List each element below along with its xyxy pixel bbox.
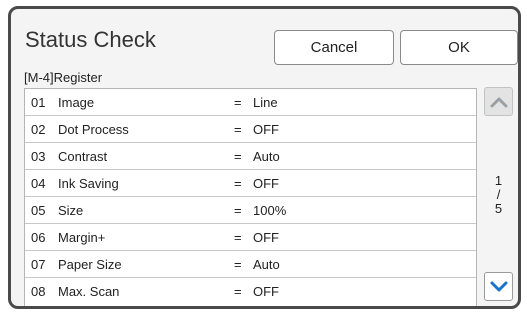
item-value: OFF bbox=[253, 284, 279, 299]
item-value: OFF bbox=[253, 122, 279, 137]
item-equals: = bbox=[234, 257, 242, 272]
status-check-dialog: Status Check Cancel OK [M-4]Register 01 … bbox=[8, 6, 521, 309]
list-item: 01 Image = Line bbox=[25, 89, 476, 116]
item-equals: = bbox=[234, 203, 242, 218]
list-item: 06 Margin+ = OFF bbox=[25, 224, 476, 251]
item-number: 08 bbox=[31, 284, 46, 299]
item-number: 03 bbox=[31, 149, 46, 164]
item-name: Paper Size bbox=[58, 257, 122, 272]
page-current: 1 bbox=[494, 173, 503, 188]
item-number: 01 bbox=[31, 95, 46, 110]
item-number: 02 bbox=[31, 122, 46, 137]
item-value: OFF bbox=[253, 230, 279, 245]
item-value: Line bbox=[253, 95, 278, 110]
list-item: 07 Paper Size = Auto bbox=[25, 251, 476, 278]
item-equals: = bbox=[234, 95, 242, 110]
item-name: Dot Process bbox=[58, 122, 129, 137]
item-value: Auto bbox=[253, 257, 280, 272]
chevron-down-icon bbox=[490, 281, 507, 291]
item-equals: = bbox=[234, 176, 242, 191]
list-item: 03 Contrast = Auto bbox=[25, 143, 476, 170]
item-name: Contrast bbox=[58, 149, 108, 164]
settings-list: 01 Image = Line 02 Dot Process = OFF 03 … bbox=[24, 88, 477, 306]
item-number: 07 bbox=[31, 257, 46, 272]
item-equals: = bbox=[234, 122, 242, 137]
list-item: 08 Max. Scan = OFF bbox=[25, 278, 476, 305]
item-name: Ink Saving bbox=[58, 176, 119, 191]
section-title: [M-4]Register bbox=[24, 70, 103, 85]
scroll-up-button[interactable] bbox=[484, 87, 513, 116]
cancel-button[interactable]: Cancel bbox=[274, 30, 394, 65]
item-number: 05 bbox=[31, 203, 46, 218]
item-number: 06 bbox=[31, 230, 46, 245]
page-title: Status Check bbox=[25, 27, 156, 52]
item-name: Size bbox=[58, 203, 84, 218]
item-name: Max. Scan bbox=[58, 284, 120, 299]
page-separator: / bbox=[496, 187, 501, 202]
scroll-down-button[interactable] bbox=[484, 272, 513, 301]
item-number: 04 bbox=[31, 176, 46, 191]
item-equals: = bbox=[234, 284, 242, 299]
item-value: Auto bbox=[253, 149, 280, 164]
list-item: 05 Size = 100% bbox=[25, 197, 476, 224]
item-value: 100% bbox=[253, 203, 287, 218]
ok-button[interactable]: OK bbox=[400, 30, 518, 65]
item-name: Margin+ bbox=[58, 230, 106, 245]
item-equals: = bbox=[234, 230, 242, 245]
chevron-up-icon bbox=[490, 97, 507, 107]
page-total: 5 bbox=[494, 201, 503, 216]
item-equals: = bbox=[234, 149, 242, 164]
list-item: 04 Ink Saving = OFF bbox=[25, 170, 476, 197]
list-item: 02 Dot Process = OFF bbox=[25, 116, 476, 143]
item-name: Image bbox=[58, 95, 95, 110]
item-value: OFF bbox=[253, 176, 279, 191]
